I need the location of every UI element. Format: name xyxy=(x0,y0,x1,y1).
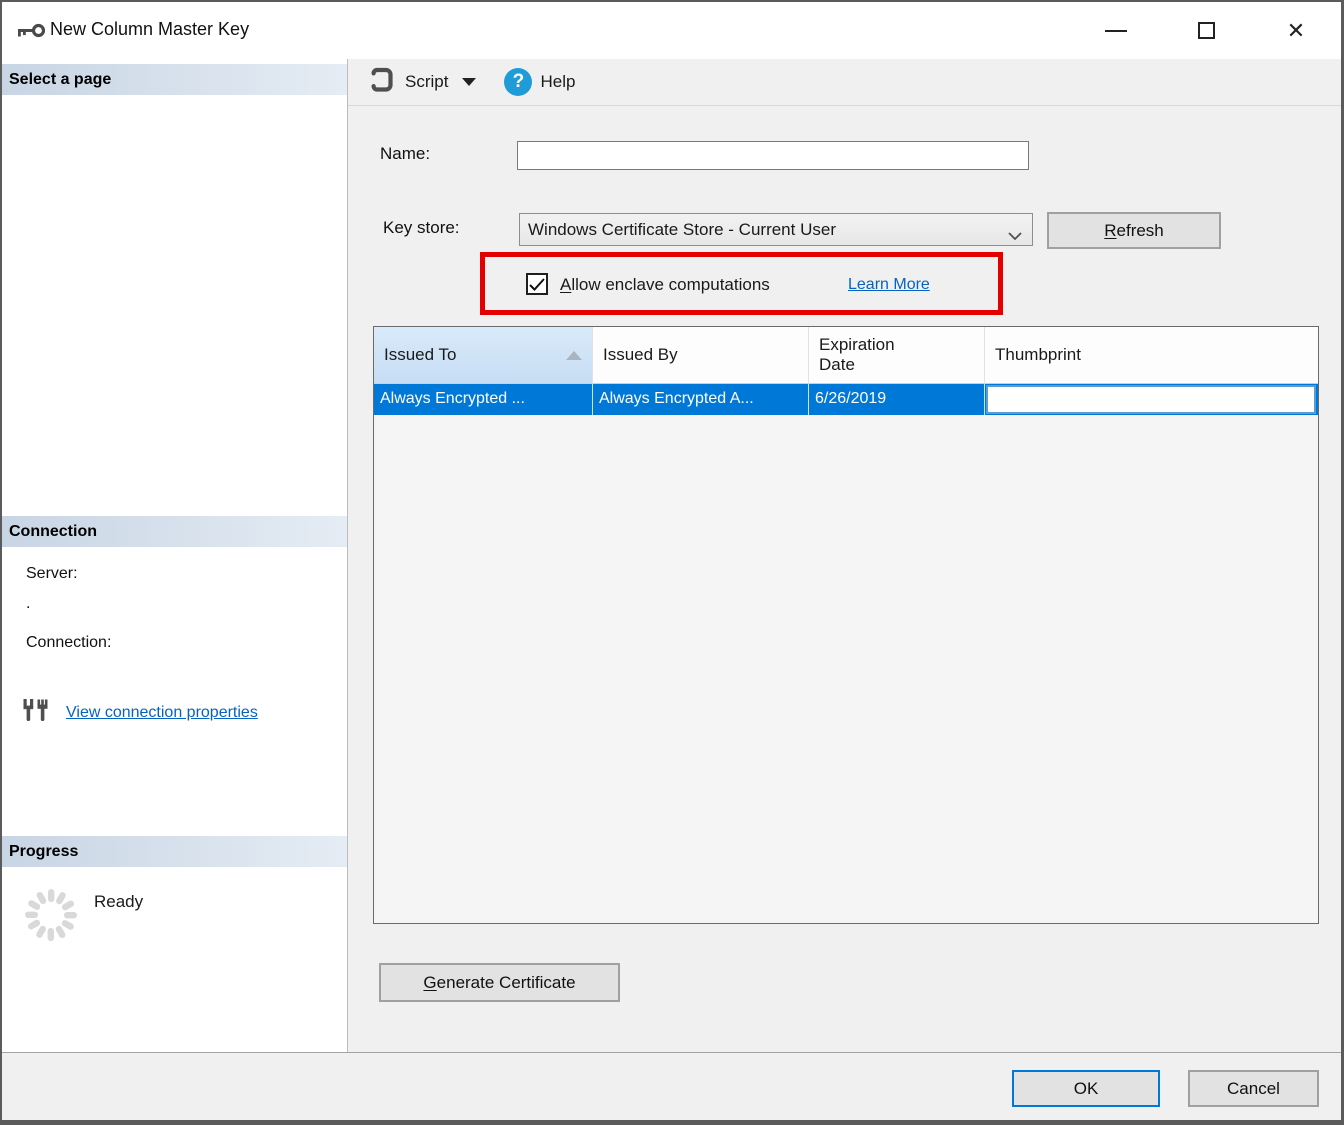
key-store-dropdown[interactable]: Windows Certificate Store - Current User xyxy=(519,213,1033,246)
learn-more-link[interactable]: Learn More xyxy=(848,276,930,294)
minimize-icon xyxy=(1105,30,1127,32)
column-header-issued-to[interactable]: Issued To xyxy=(374,327,593,384)
key-store-label: Key store: xyxy=(383,218,460,238)
connection-label: Connection: xyxy=(26,634,111,652)
certificates-table: Issued To Issued By Expiration Date Thum… xyxy=(373,326,1319,924)
column-header-expiration-date[interactable]: Expiration Date xyxy=(809,327,985,384)
refresh-button[interactable]: Refresh xyxy=(1047,212,1221,249)
help-button[interactable]: ? Help xyxy=(482,63,581,101)
help-icon: ? xyxy=(504,68,532,96)
table-header-row: Issued To Issued By Expiration Date Thum… xyxy=(374,327,1318,384)
script-label: Script xyxy=(405,72,448,92)
cell-issued-by: Always Encrypted A... xyxy=(593,384,809,415)
allow-enclave-checkbox[interactable] xyxy=(526,273,548,295)
maximize-button[interactable] xyxy=(1161,2,1251,59)
maximize-icon xyxy=(1198,22,1215,39)
main-panel: Name: Key store: Windows Certificate Sto… xyxy=(348,106,1344,1052)
bottom-bar: OK Cancel xyxy=(2,1052,1341,1120)
view-connection-properties[interactable]: View connection properties xyxy=(20,697,258,728)
name-label: Name: xyxy=(380,144,430,164)
script-dropdown-icon xyxy=(462,78,476,86)
key-icon xyxy=(18,23,45,44)
cell-thumbprint xyxy=(985,384,1318,415)
minimize-button[interactable] xyxy=(1071,2,1161,59)
script-icon xyxy=(367,65,397,100)
name-input[interactable] xyxy=(517,141,1029,170)
cell-issued-to: Always Encrypted ... xyxy=(374,384,593,415)
title-bar: New Column Master Key ✕ xyxy=(2,2,1341,59)
column-header-issued-by[interactable]: Issued By xyxy=(593,327,809,384)
view-connection-properties-link[interactable]: View connection properties xyxy=(66,704,258,722)
script-button[interactable]: Script xyxy=(361,63,482,101)
window-title: New Column Master Key xyxy=(50,19,249,40)
thumbprint-edit-box[interactable] xyxy=(986,385,1316,414)
server-label: Server: xyxy=(26,565,78,583)
connection-header: Connection xyxy=(2,516,347,547)
server-value: . xyxy=(26,595,30,613)
window-controls: ✕ xyxy=(1071,2,1341,59)
progress-header: Progress xyxy=(2,836,347,867)
certificate-row-selected[interactable]: Always Encrypted ... Always Encrypted A.… xyxy=(374,384,1318,415)
select-a-page-header: Select a page xyxy=(2,64,347,95)
close-button[interactable]: ✕ xyxy=(1251,2,1341,59)
new-column-master-key-dialog: New Column Master Key ✕ Select a page Co… xyxy=(0,0,1344,1125)
generate-certificate-button[interactable]: Generate Certificate xyxy=(379,963,620,1002)
column-header-thumbprint[interactable]: Thumbprint xyxy=(985,327,1318,384)
allow-enclave-label: Allow enclave computations xyxy=(560,275,770,295)
connection-tools-icon xyxy=(20,697,50,728)
progress-spinner-icon xyxy=(22,886,80,949)
sidebar: Select a page Connection Server: . Conne… xyxy=(2,59,348,1052)
sort-ascending-icon xyxy=(566,351,582,360)
chevron-down-icon xyxy=(1008,226,1022,246)
progress-status: Ready xyxy=(94,892,143,912)
close-icon: ✕ xyxy=(1287,20,1305,42)
cell-expiration-date: 6/26/2019 xyxy=(809,384,985,415)
key-store-value: Windows Certificate Store - Current User xyxy=(528,220,836,240)
help-label: Help xyxy=(540,72,575,92)
cancel-button[interactable]: Cancel xyxy=(1188,1070,1319,1107)
ok-button[interactable]: OK xyxy=(1012,1070,1160,1107)
toolbar: Script ? Help xyxy=(348,59,1344,106)
